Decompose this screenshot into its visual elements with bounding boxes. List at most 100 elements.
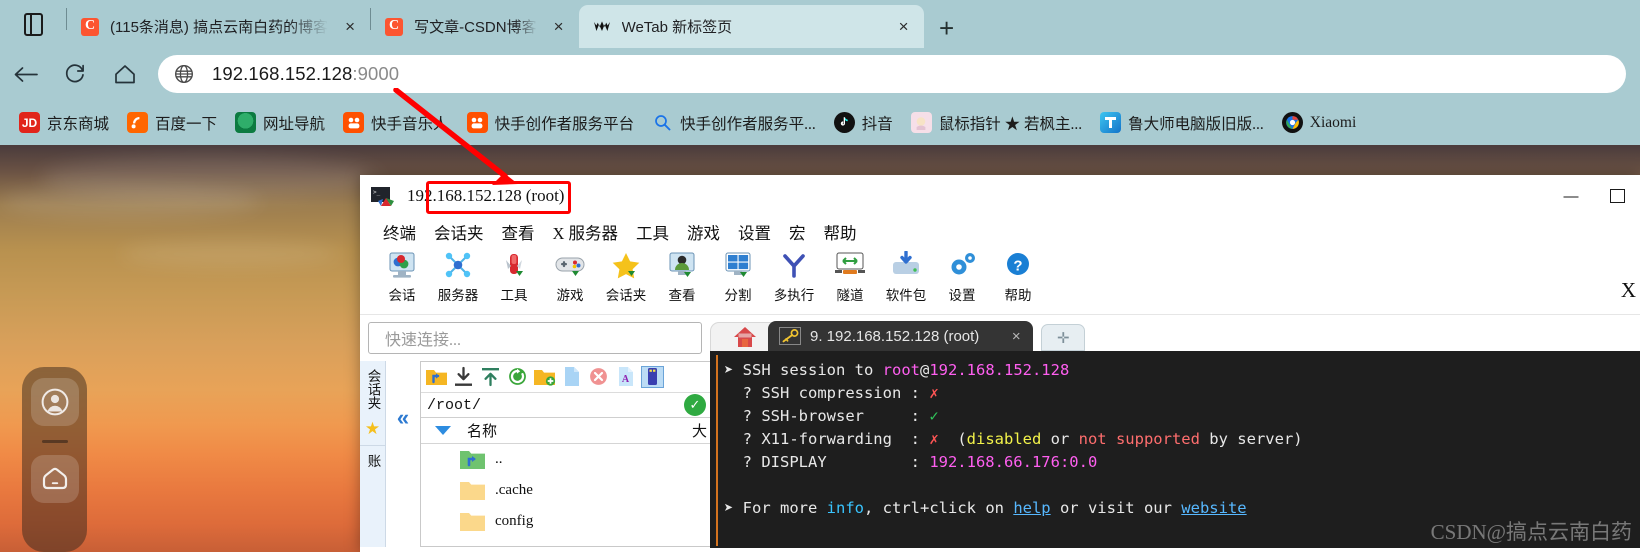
tab-strip: C (115条消息) 搞点云南白药的博客 × C 写文章-CSDN博客 × We…	[0, 0, 1640, 48]
menu-settings[interactable]: 设置	[729, 220, 780, 244]
path-status-ok-icon: ✓	[684, 394, 706, 416]
browser-tab-title: 写文章-CSDN博客	[414, 19, 537, 36]
tab-close-icon[interactable]: ×	[336, 13, 364, 41]
menu-sessions[interactable]: 会话夹	[425, 220, 493, 244]
upload-icon[interactable]	[479, 366, 502, 388]
browser-tab-1[interactable]: C 写文章-CSDN博客 ×	[371, 5, 579, 48]
terminal-accent-bar	[716, 355, 718, 546]
left-split: 会话夹 ★ 账 « A /root/ ✓ 名称 大 .. .cache conf…	[360, 361, 710, 547]
toolbar-tunneling[interactable]: 隧道	[822, 251, 878, 304]
sessions-folder-icon	[609, 251, 643, 283]
star-icon[interactable]: ★	[365, 419, 380, 439]
address-bar[interactable]: 192.168.152.128:9000	[158, 55, 1626, 93]
file-row[interactable]: config	[421, 506, 710, 537]
back-button[interactable]	[0, 54, 50, 94]
key-icon	[779, 327, 801, 345]
toolbar-sessions-folder[interactable]: 会话夹	[598, 251, 654, 304]
toolbar-label: 设置	[948, 288, 976, 303]
toolbar-packages[interactable]: 软件包	[878, 250, 934, 304]
bookmark-label: 网址导航	[263, 115, 326, 133]
bookmark-item[interactable]: 快手创作者服务平台	[458, 107, 644, 139]
refresh-icon[interactable]	[506, 366, 529, 388]
maximize-button[interactable]	[1594, 175, 1640, 217]
menu-view[interactable]: 查看	[493, 220, 544, 244]
mobaxterm-titlebar[interactable]: >_ 192.168.152.128 (root) —	[360, 175, 1640, 217]
bookmark-item[interactable]: 网址导航	[226, 107, 334, 139]
close-x-glyph[interactable]: X	[1621, 278, 1636, 303]
browser-tab-2[interactable]: WeTab 新标签页 ×	[578, 5, 924, 48]
toolbar-multiexec[interactable]: 多执行	[766, 251, 822, 304]
bookmark-label: 百度一下	[155, 115, 218, 133]
menu-games[interactable]: 游戏	[678, 220, 729, 244]
watermark-text: CSDN@搞点云南白药	[1430, 520, 1632, 544]
file-row[interactable]: ..	[421, 444, 710, 475]
bookmark-item[interactable]: JD 京东商城	[10, 107, 118, 139]
menu-xserver[interactable]: X 服务器	[544, 220, 628, 244]
reload-button[interactable]	[50, 54, 100, 94]
bookmark-item[interactable]: 快手音乐人	[334, 107, 458, 139]
minimize-button[interactable]: —	[1548, 175, 1594, 217]
delete-icon[interactable]	[587, 366, 610, 388]
tab-close-icon[interactable]: ×	[545, 13, 573, 41]
toolbar-session[interactable]: 会话	[374, 251, 430, 304]
account-avatar-icon[interactable]	[30, 378, 79, 426]
toolbar-games[interactable]: 游戏	[542, 251, 598, 304]
settings-icon	[945, 251, 979, 283]
toolbar-tools[interactable]: 工具	[486, 251, 542, 304]
kuaishou-icon	[466, 112, 488, 133]
bookmark-item[interactable]: 快手创作者服务平...	[643, 107, 825, 139]
file-name: config	[495, 513, 534, 529]
browser-tab-0[interactable]: C (115条消息) 搞点云南白药的博客 ×	[67, 5, 370, 48]
games-icon	[553, 251, 587, 283]
terminal-line: ➤ For more info, ctrl+click on help or v…	[724, 499, 1247, 517]
menu-macros[interactable]: 宏	[780, 220, 815, 244]
menu-terminal[interactable]: 终端	[374, 220, 425, 244]
bookmark-item[interactable]: 鼠标指针 ★ 若枫主...	[902, 107, 1091, 139]
new-folder-icon[interactable]	[533, 366, 556, 388]
menu-help[interactable]: 帮助	[815, 220, 866, 244]
terminal-new-tab-button[interactable]: ✛	[1041, 324, 1086, 351]
vtab-accounts[interactable]: 账	[363, 446, 383, 474]
terminal-tab-active[interactable]: 9. 192.168.152.128 (root) ×	[768, 321, 1034, 351]
toolbar-settings[interactable]: 设置	[934, 251, 990, 304]
column-size[interactable]: 大	[692, 420, 710, 441]
download-icon[interactable]	[452, 366, 475, 388]
menu-tools[interactable]: 工具	[627, 220, 678, 244]
new-file-icon[interactable]	[560, 366, 583, 388]
up-folder-icon[interactable]	[425, 366, 448, 388]
bookmark-item[interactable]: 鲁大师电脑版旧版...	[1091, 107, 1273, 139]
quick-connect-input[interactable]: 快速连接...	[368, 322, 702, 354]
bookmark-label: 快手音乐人	[371, 115, 449, 133]
csdn-icon: C	[385, 17, 404, 36]
text-mode-icon[interactable]: A	[614, 366, 637, 388]
bookmark-label: 鼠标指针 ★ 若枫主...	[938, 115, 1083, 133]
bookmark-item[interactable]: 百度一下	[118, 107, 226, 139]
svg-text:>_: >_	[373, 189, 381, 196]
sort-caret-down-icon[interactable]	[435, 426, 451, 435]
toolbar-split[interactable]: 分割	[710, 251, 766, 304]
bookmark-item[interactable]: 抖音	[825, 107, 902, 139]
tab-close-icon[interactable]: ×	[890, 13, 918, 41]
tab-search-button[interactable]	[0, 0, 66, 48]
terminal-output[interactable]: ➤ SSH session to root@192.168.152.128 ? …	[710, 351, 1640, 548]
left-panel: 快速连接... 会话夹 ★ 账 « A /root/ ✓ 名称 大 .. .ca…	[360, 315, 710, 548]
collapse-chevrons-icon[interactable]: «	[386, 361, 420, 547]
home-button[interactable]	[100, 54, 150, 94]
home-rounded-icon[interactable]	[30, 455, 79, 503]
new-tab-button[interactable]: +	[924, 8, 970, 48]
vtab-sessions[interactable]: 会话夹	[363, 361, 383, 416]
column-name[interactable]: 名称	[467, 420, 497, 441]
mobaxterm-icon: >_	[370, 186, 394, 206]
folder-icon	[459, 511, 486, 532]
terminal-mode-icon[interactable]	[641, 366, 664, 388]
search-icon	[652, 112, 673, 133]
toolbar-servers[interactable]: 服务器	[430, 251, 486, 304]
packages-icon	[889, 250, 923, 283]
bookmark-item[interactable]: Xiaomi	[1273, 107, 1366, 139]
toolbar-view[interactable]: 查看	[654, 251, 710, 304]
terminal-tab-close-icon[interactable]: ×	[1005, 328, 1027, 345]
file-row[interactable]: .cache	[421, 475, 710, 506]
toolbar-help[interactable]: ? 帮助	[990, 251, 1046, 304]
current-path[interactable]: /root/	[421, 397, 684, 414]
